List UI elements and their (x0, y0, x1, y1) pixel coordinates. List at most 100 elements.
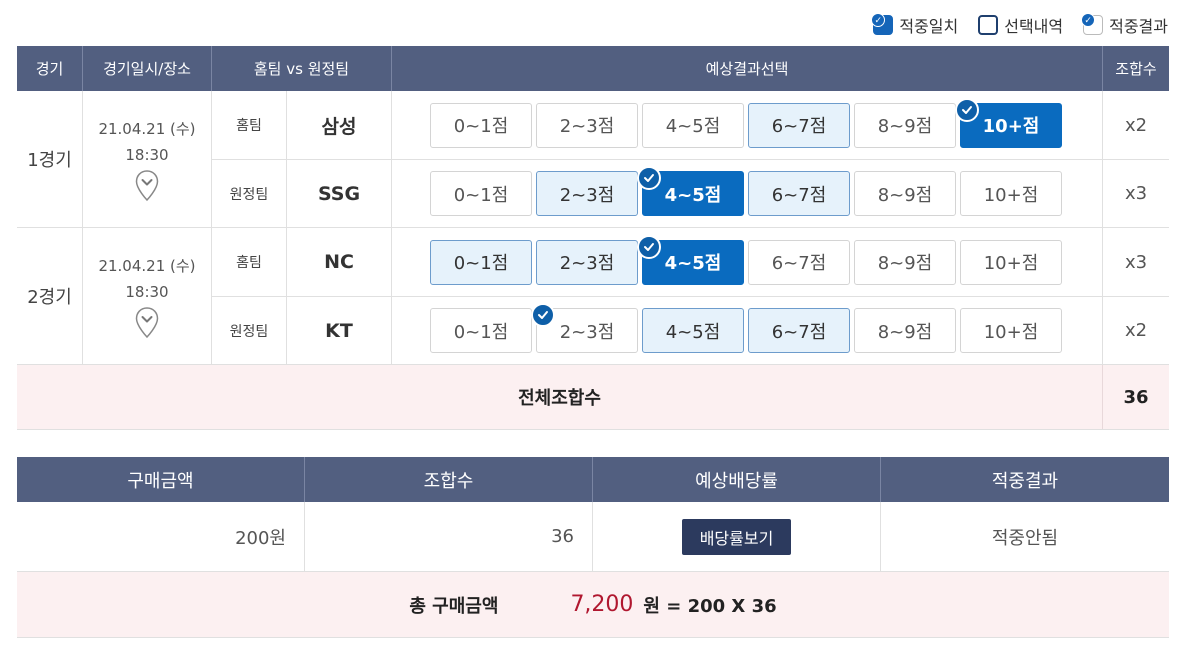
summary-header-combos: 조합수 (305, 457, 593, 502)
team-role: 홈팀 (212, 228, 287, 296)
pick-label: 2~3점 (559, 184, 615, 206)
pick-label: 8~9점 (877, 253, 933, 274)
team-row: 원정팀 KT 0~1점 2~3점 4~5점 6~7점 8~9점 10+점 x2 (212, 296, 1169, 364)
pick-label: 2~3점 (559, 253, 615, 274)
game-datetime: 21.04.21 (수) 18:30 (83, 228, 212, 364)
team-role: 원정팀 (212, 160, 287, 227)
pick-options: 0~1점 2~3점 4~5점 6~7점 8~9점 10+점 (392, 160, 1103, 227)
odds-cell: 배당률보기 (593, 502, 881, 571)
row-combo: x3 (1124, 183, 1148, 204)
team-role: 원정팀 (212, 297, 287, 364)
game-date: 21.04.21 (수) (98, 120, 196, 138)
legend: ✓ 적중일치 선택내역 ✓ 적중결과 (871, 12, 1168, 38)
legend-match: ✓ 적중일치 (871, 13, 959, 37)
header-teams: 홈팀 vs 원정팀 (212, 46, 392, 91)
pick-option[interactable]: 6~7점 (748, 308, 850, 353)
grand-total-formula: 원 = 200 X 36 (643, 595, 777, 617)
grand-total-label: 총 구매금액 (409, 595, 499, 617)
pick-option[interactable]: 10+점 (960, 308, 1062, 353)
team-name: 삼성 (287, 91, 392, 159)
pick-option[interactable]: 4~5점 (642, 308, 744, 353)
pick-option[interactable]: 6~7점 (748, 171, 850, 216)
hit-result: 적중안됨 (991, 527, 1059, 549)
pick-label: 2~3점 (559, 116, 615, 137)
pick-label: 0~1점 (453, 184, 509, 206)
pick-label: 8~9점 (877, 184, 933, 206)
combo-count: 36 (305, 502, 593, 571)
pick-options: 0~1점 2~3점 4~5점 6~7점 8~9점 10+점 (392, 91, 1103, 159)
pick-option[interactable]: 10+점 (960, 239, 1062, 285)
row-combo: x2 (1124, 114, 1148, 136)
pick-option[interactable]: 6~7점 (748, 239, 850, 285)
grand-total-row: 총 구매금액 7,200 원 = 200 X 36 (17, 572, 1169, 638)
pick-label: 0~1점 (453, 321, 509, 343)
pick-label: 10+점 (983, 321, 1039, 343)
pick-option[interactable]: 2~3점 (536, 239, 638, 285)
location-pin-icon[interactable] (135, 170, 159, 202)
team-name: KT (287, 297, 392, 364)
total-combo-label: 전체조합수 (17, 365, 1103, 429)
purchase-amount: 200원 (17, 502, 305, 571)
summary-header-result: 적중결과 (991, 470, 1059, 492)
pick-label: 4~5점 (665, 321, 721, 343)
legend-result-label: 적중결과 (1109, 17, 1168, 36)
row-combo: x3 (1124, 251, 1148, 273)
pick-label: 6~7점 (771, 321, 827, 343)
pick-option[interactable]: 4~5점 (642, 102, 744, 148)
pick-option[interactable]: 0~1점 (430, 171, 532, 216)
total-combo-value: 36 (1123, 386, 1149, 408)
pick-label: 6~7점 (771, 116, 827, 137)
pick-option[interactable]: 8~9점 (854, 308, 956, 353)
pick-option[interactable]: 0~1점 (430, 102, 532, 148)
pick-label: 6~7점 (771, 253, 827, 274)
header-datetime: 경기일시/장소 (83, 46, 212, 91)
pick-label: 4~5점 (665, 116, 721, 137)
pick-option[interactable]: 2~3점 (531, 303, 638, 353)
pick-option[interactable]: 6~7점 (748, 102, 850, 148)
pick-option[interactable]: 10+점 (960, 171, 1062, 216)
pick-option[interactable]: 2~3점 (536, 171, 638, 216)
check-icon (637, 234, 661, 259)
game-number: 2경기 (17, 228, 83, 364)
pick-option[interactable]: 4~5점 (637, 166, 744, 216)
team-name: SSG (287, 160, 392, 227)
selection-legend-icon (978, 15, 999, 35)
pick-label: 10+점 (983, 253, 1039, 274)
team-rows: 홈팀 NC 0~1점 2~3점 4~5점 6~7점 8~9점 10+점 x3 원정팀 KT 0~1점 2… (212, 228, 1169, 364)
header-combo: 조합수 (1115, 60, 1157, 78)
location-pin-icon[interactable] (135, 307, 159, 339)
pick-option[interactable]: 0~1점 (430, 308, 532, 353)
pick-option[interactable]: 0~1점 (430, 239, 532, 285)
pick-option[interactable]: 8~9점 (854, 239, 956, 285)
games-body: 1경기 21.04.21 (수) 18:30 홈팀 삼성 0~1점 2~3점 4~5점 6… (17, 91, 1169, 365)
table-header: 경기 경기일시/장소 홈팀 vs 원정팀 예상결과선택 조합수 (17, 46, 1169, 91)
check-icon (637, 166, 661, 190)
game-time: 18:30 (125, 146, 169, 164)
pick-label: 8~9점 (877, 116, 933, 137)
legend-selection: 선택내역 (978, 13, 1063, 37)
pick-label: 4~5점 (664, 253, 722, 274)
legend-match-label: 적중일치 (899, 17, 959, 36)
pick-label: 10+점 (983, 184, 1039, 206)
match-legend-icon: ✓ (871, 13, 894, 35)
team-row: 홈팀 NC 0~1점 2~3점 4~5점 6~7점 8~9점 10+점 x3 (212, 228, 1169, 296)
view-odds-button[interactable]: 배당률보기 (681, 518, 792, 555)
pick-option[interactable]: 10+점 (955, 97, 1062, 148)
pick-options: 0~1점 2~3점 4~5점 6~7점 8~9점 10+점 (392, 297, 1103, 364)
pick-option[interactable]: 8~9점 (854, 171, 956, 216)
pick-label: 2~3점 (559, 321, 615, 343)
summary-header-odds: 예상배당률 (593, 457, 881, 502)
pick-option[interactable]: 2~3점 (536, 102, 638, 148)
total-combo-row: 전체조합수 36 (17, 365, 1169, 430)
legend-selection-label: 선택내역 (1004, 17, 1064, 36)
pick-option[interactable]: 8~9점 (854, 102, 956, 148)
result-legend-icon: ✓ (1081, 13, 1104, 35)
pick-label: 8~9점 (877, 321, 933, 343)
team-name: NC (287, 228, 392, 296)
pick-options: 0~1점 2~3점 4~5점 6~7점 8~9점 10+점 (392, 228, 1103, 296)
game-block: 1경기 21.04.21 (수) 18:30 홈팀 삼성 0~1점 2~3점 4~5점 6… (17, 91, 1169, 228)
pick-label: 4~5점 (664, 184, 722, 206)
pick-option[interactable]: 4~5점 (637, 234, 744, 285)
grand-total-amount: 7,200 (570, 592, 634, 617)
summary-row: 200원 36 배당률보기 적중안됨 (17, 502, 1169, 572)
